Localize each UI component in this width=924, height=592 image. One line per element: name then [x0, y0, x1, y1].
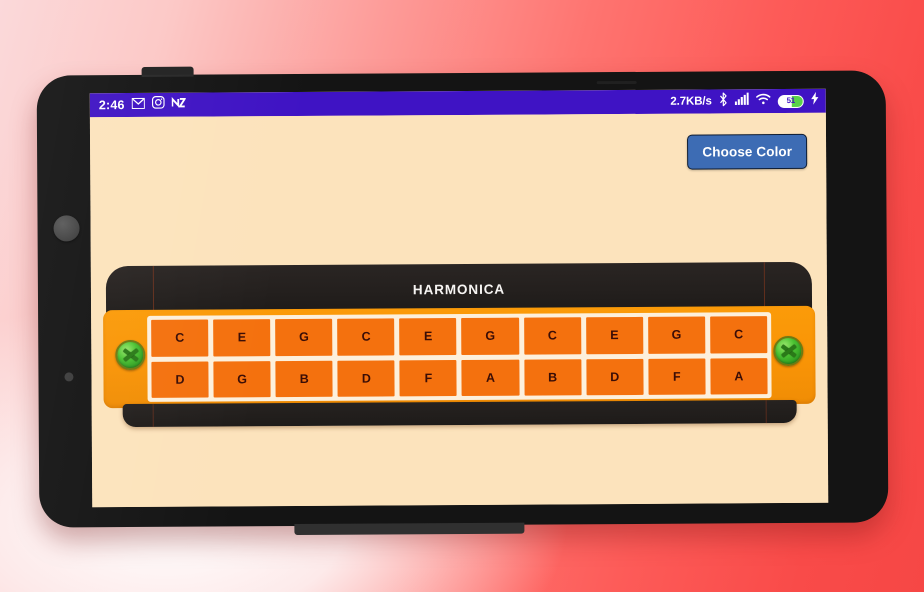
nova-launcher-icon [171, 96, 187, 114]
status-bar-right: 2.7KB/s 51 [670, 91, 819, 111]
harmonica-note-cell[interactable]: G [275, 318, 333, 356]
instagram-icon [151, 96, 165, 114]
harmonica-instrument: HARMONICA CEGCEGCEGC D G B D F A B D F A [103, 261, 816, 431]
status-time: 2:46 [98, 98, 125, 113]
harmonica-note-cell[interactable]: G [213, 360, 271, 398]
battery-icon: 51 [777, 94, 804, 108]
signal-icon [734, 92, 749, 110]
cover-plate-seam-right [763, 262, 766, 313]
harmonica-blow-row: CEGCEGCEGC [151, 316, 768, 357]
harmonica-note-cell[interactable]: G [461, 317, 519, 355]
cover-plate-seam-left [152, 265, 155, 316]
harmonica-note-cell[interactable]: A [461, 359, 520, 397]
harmonica-note-cell[interactable]: C [523, 317, 581, 355]
harmonica-title: HARMONICA [412, 281, 506, 297]
bluetooth-icon [719, 92, 728, 111]
phone-device: 2:46 2.7KB/s 51 Choose Color HARMONICA C… [36, 66, 889, 536]
app-content: Choose Color HARMONICA C E G C E G C E G… [89, 112, 829, 508]
wifi-icon [756, 92, 771, 110]
harmonica-note-cell[interactable]: C [337, 318, 395, 356]
status-bar-left: 2:46 [98, 96, 187, 115]
harmonica-note-cell[interactable]: F [648, 358, 706, 395]
screw-left-icon [115, 339, 146, 371]
network-speed-label: 2.7KB/s [670, 95, 712, 108]
proximity-sensor-icon [64, 372, 74, 382]
scene-background: 2:46 2.7KB/s 51 Choose Color HARMONICA C… [0, 0, 924, 592]
phone-top-button[interactable] [141, 66, 194, 77]
harmonica-note-cell[interactable]: F [399, 359, 458, 397]
phone-screen: 2:46 2.7KB/s 51 Choose Color HARMONICA C… [89, 88, 829, 508]
harmonica-note-cell[interactable]: D [151, 361, 209, 398]
harmonica-comb-body: CEGCEGCEGC DGBDFABDFA [103, 305, 816, 409]
battery-level-label: 51 [786, 95, 795, 106]
harmonica-note-cell[interactable]: E [399, 318, 457, 355]
phone-earpiece-speaker [596, 80, 637, 85]
harmonica-note-cell[interactable]: D [337, 359, 395, 397]
harmonica-note-cell[interactable]: C [709, 316, 768, 353]
harmonica-note-cell[interactable]: E [585, 316, 644, 354]
harmonica-note-cell[interactable]: G [647, 316, 706, 354]
harmonica-note-cell[interactable]: E [213, 319, 271, 357]
bottom-plate-seam-right [765, 400, 767, 424]
harmonica-draw-row: DGBDFABDFA [151, 357, 768, 398]
charging-bolt-icon [811, 91, 819, 110]
harmonica-note-cell[interactable]: D [586, 358, 644, 396]
harmonica-bottom-cover-plate [122, 399, 797, 428]
harmonica-note-cell[interactable]: B [275, 360, 333, 398]
harmonica-note-grid: CEGCEGCEGC DGBDFABDFA [147, 312, 772, 402]
choose-color-button[interactable]: Choose Color [687, 133, 808, 170]
harmonica-note-cell[interactable]: B [523, 358, 582, 396]
harmonica-note-cell[interactable]: A [710, 357, 768, 395]
screw-right-icon [773, 335, 804, 367]
phone-bottom-port [294, 522, 525, 536]
bottom-plate-seam-left [152, 403, 155, 427]
front-camera-icon [53, 215, 80, 242]
harmonica-note-cell[interactable]: C [151, 319, 209, 357]
gmail-icon [131, 96, 146, 114]
